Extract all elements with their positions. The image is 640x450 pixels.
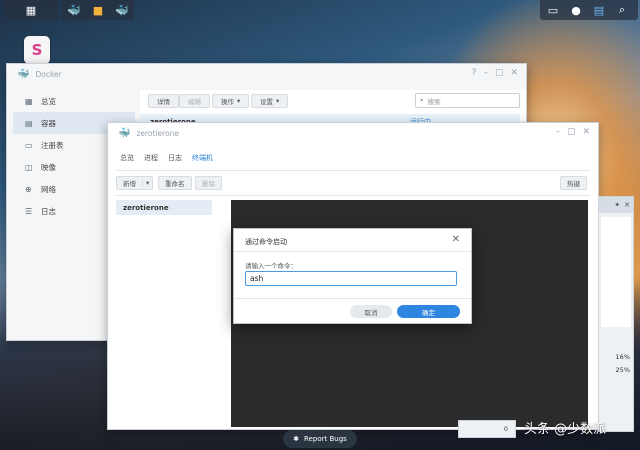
minimize-icon[interactable]: – [555,127,560,137]
cancel-button[interactable]: 取消 [350,305,392,318]
sidebar-item-label: 网络 [41,184,56,194]
close-icon[interactable]: ✕ [510,68,518,78]
report-bugs-button[interactable]: ✱ Report Bugs [283,430,357,448]
widget-value: 0 [504,426,508,433]
pin-icon[interactable]: ✦ [614,201,620,209]
divider [234,298,471,299]
settings-label: 设置 [260,98,273,106]
main-menu-icon[interactable]: ▦ [20,0,42,20]
search-input[interactable]: ⌕ 搜索 [415,93,520,108]
shortcut-button[interactable]: 热键 [560,176,587,190]
registry-icon: ▭ [25,140,33,150]
close-icon[interactable]: ✕ [452,234,460,245]
widget-content [601,217,631,327]
ok-button[interactable]: 确定 [397,305,460,318]
close-icon[interactable]: ✕ [624,201,630,209]
folder-icon[interactable]: ■ [87,0,109,20]
report-bugs-label: Report Bugs [304,435,347,443]
network-icon: ⊕ [25,184,32,194]
dialog-title: 通过命令启动 [245,238,287,246]
search-icon[interactable]: ⌕ [611,0,633,20]
rename-button[interactable]: 重命名 [158,176,192,190]
sidebar-item-label: 容器 [41,118,56,128]
cpu-percent: 16% [615,353,630,361]
docker-title-bar[interactable]: 🐳 Docker [7,64,526,84]
taskbar-left-group: ▦ [4,0,58,20]
log-icon: ☰ [25,206,33,216]
caret-down-icon: ▾ [237,97,241,105]
docker-icon: 🐳 [17,68,30,80]
sidebar-item-label: 映像 [41,162,56,172]
chat-icon[interactable]: ▭ [542,0,564,20]
window-controls: – ▢ ✕ [555,127,590,137]
taskbar-app-group: 🐳 ■ 🐳 [62,0,134,20]
help-icon[interactable]: ? [472,68,477,78]
terminal-session-item[interactable]: zerotierone [116,200,212,215]
search-placeholder: 搜索 [427,97,441,106]
details-button[interactable]: 详情 [148,94,179,108]
maximize-icon[interactable]: ▢ [567,127,576,137]
tab-process[interactable]: 进程 [144,153,158,166]
action-button[interactable]: 操作 ▾ [212,94,250,108]
window-controls: ? – ▢ ✕ [472,68,518,78]
image-icon: ◫ [25,162,33,172]
command-label: 请输入一个命令： [245,262,297,270]
sidebar-item-label: 总览 [41,96,56,106]
docker-icon: 🐳 [118,127,131,139]
watermark-text: 头条 @少数派 [524,422,607,437]
settings-button[interactable]: 设置 ▾ [251,94,289,108]
search-icon: ⌕ [420,96,424,104]
divider [116,195,590,196]
maximize-icon[interactable]: ▢ [495,68,504,78]
taskbar: ▦ 🐳 ■ 🐳 ▭ ● ▤ ⌕ [0,0,640,20]
container-icon: ▤ [25,118,33,128]
tab-terminal[interactable]: 终端机 [192,153,213,166]
zt-tabs: 总览 进程 日志 终端机 [120,153,213,166]
sidebar-item-overview[interactable]: ▦ 总览 [13,90,135,112]
delete-button[interactable]: 删除 [195,176,222,190]
command-input[interactable] [245,271,457,286]
minimize-icon[interactable]: – [483,68,488,78]
widgets-icon[interactable]: ▤ [588,0,610,20]
resource-widget: ✦ ✕ 16% 25% [598,196,634,432]
zt-window-title: zerotierone [136,128,180,138]
divider [116,170,590,171]
app-icon-letter: S [31,41,43,59]
sidebar-item-label: 日志 [41,206,56,216]
caret-down-icon[interactable]: ▾ [142,179,149,187]
user-icon[interactable]: ● [565,0,587,20]
start-command-dialog: 通过命令启动 ✕ 请输入一个命令： 取消 确定 [233,228,472,324]
docker-icon[interactable]: 🐳 [63,0,85,20]
overview-icon: ▦ [25,96,33,106]
action-label: 操作 [221,98,234,106]
edit-button[interactable]: 编辑 [179,94,210,108]
zt-title-bar[interactable]: 🐳 zerotierone [108,123,598,143]
sidebar-item-label: 注册表 [41,140,64,150]
tab-log[interactable]: 日志 [168,153,182,166]
memory-percent: 25% [615,366,630,374]
close-icon[interactable]: ✕ [582,127,590,137]
tab-overview[interactable]: 总览 [120,153,134,166]
desktop-app-icon[interactable]: S [24,36,50,64]
new-button[interactable]: 新增 ▾ [116,176,154,190]
divider [234,251,471,252]
taskbar-right-group: ▭ ● ▤ ⌕ [540,0,638,20]
widget-header: ✦ ✕ [599,197,633,213]
docker-icon[interactable]: 🐳 [111,0,133,20]
docker-window-title: Docker [35,69,62,79]
caret-down-icon: ▾ [276,97,280,105]
bug-icon: ✱ [293,435,300,443]
new-label: 新增 [123,180,136,188]
